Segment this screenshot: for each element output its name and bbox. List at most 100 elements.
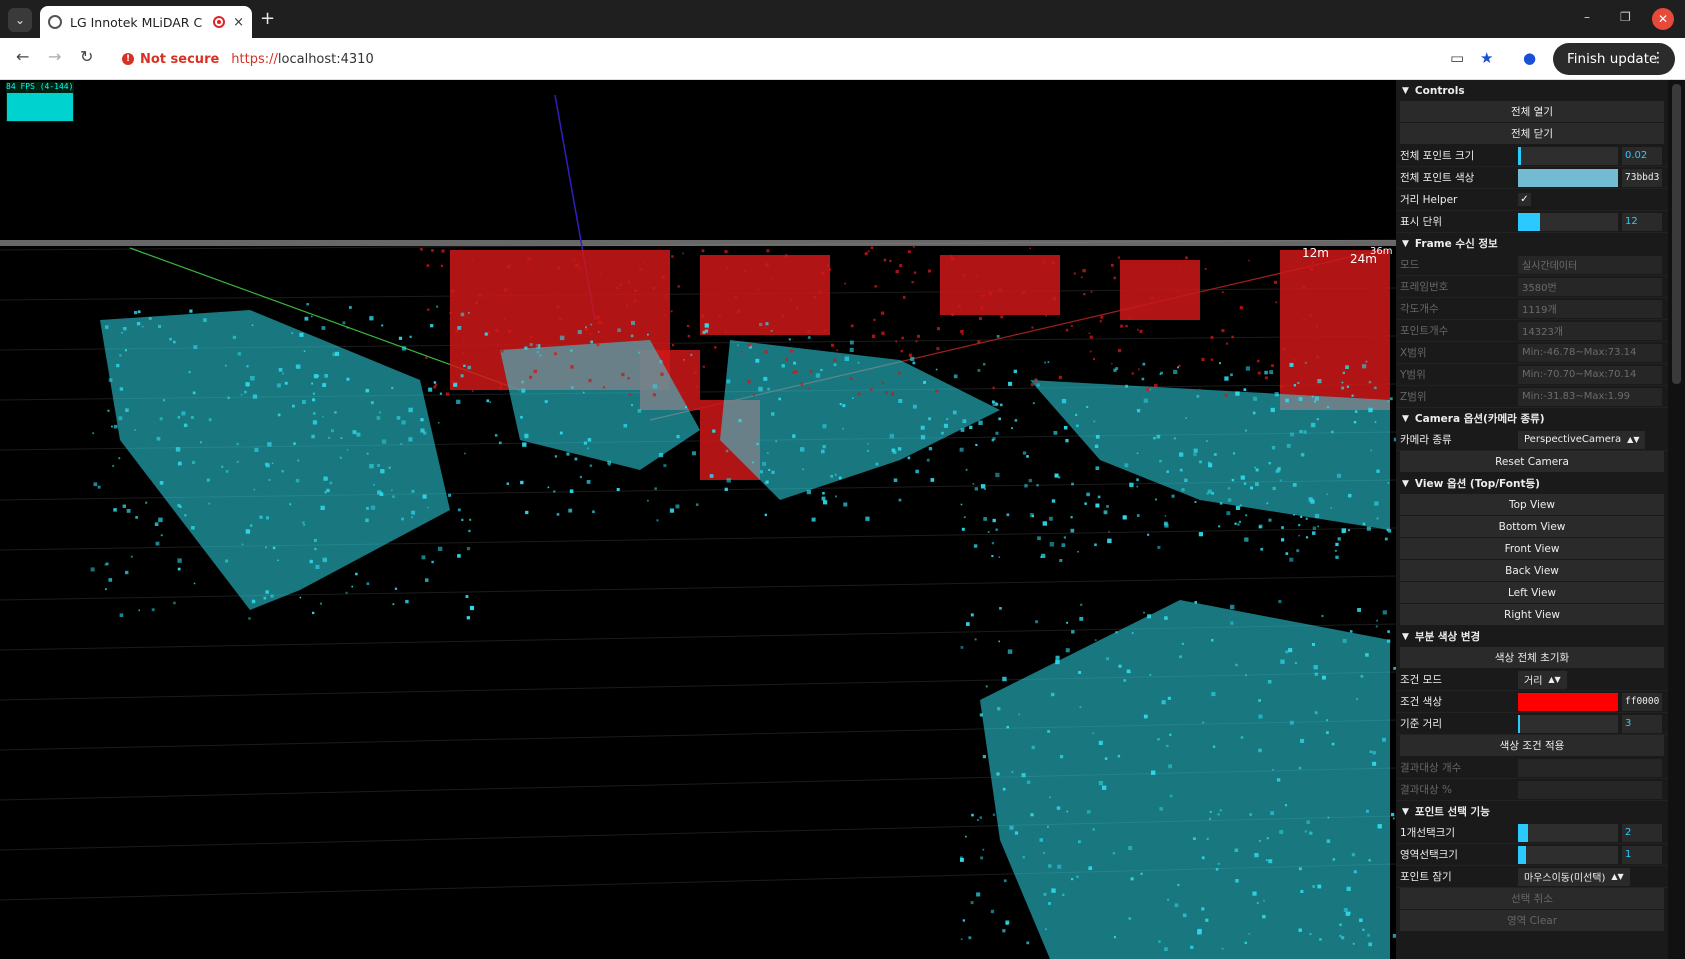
condition-mode-select[interactable]: 거리 ▲▼: [1518, 670, 1567, 689]
restore-icon[interactable]: ❐: [1620, 10, 1631, 24]
cyan-point: [259, 515, 263, 519]
top-view-button[interactable]: Top View: [1400, 494, 1664, 516]
cyan-point: [428, 387, 433, 392]
lidar-3d-viewport[interactable]: 84 FPS (4-144) 12m 24m 36m: [0, 80, 1396, 959]
bookmark-star-icon[interactable]: ★: [1480, 49, 1493, 67]
base-distance-value[interactable]: 3: [1622, 714, 1662, 733]
point-select-title[interactable]: ▼ 포인트 선택 기능: [1396, 801, 1668, 822]
open-all-button[interactable]: 전체 열기: [1400, 101, 1664, 123]
area-clear-button[interactable]: 영역 Clear: [1400, 910, 1664, 932]
red-point: [1315, 325, 1318, 328]
cyan-point: [1047, 361, 1050, 363]
profile-icon[interactable]: ●: [1523, 49, 1536, 67]
point-color-swatch[interactable]: [1518, 168, 1618, 187]
frame-info-label: 각도개수: [1400, 303, 1439, 315]
cyan-point: [232, 335, 236, 339]
frame-info-value[interactable]: 실시간데이터: [1518, 255, 1662, 274]
condition-color-hex[interactable]: ff0000: [1622, 692, 1662, 711]
cyan-point: [1092, 732, 1095, 735]
point-size-slider[interactable]: [1518, 146, 1618, 165]
cyan-point: [980, 484, 986, 489]
base-distance-slider[interactable]: [1518, 714, 1618, 733]
cyan-point: [158, 517, 163, 523]
camera-type-select[interactable]: PerspectiveCamera ▲▼: [1518, 430, 1646, 449]
fps-stats-panel[interactable]: 84 FPS (4-144): [6, 82, 74, 122]
single-select-size-slider[interactable]: [1518, 823, 1618, 842]
back-icon[interactable]: ←: [16, 47, 29, 66]
area-select-size-slider[interactable]: [1518, 845, 1618, 864]
new-tab-icon[interactable]: +: [260, 8, 275, 29]
back-view-button[interactable]: Back View: [1400, 560, 1664, 582]
red-point: [700, 314, 705, 318]
cyan-point: [1000, 403, 1003, 407]
display-unit-slider[interactable]: [1518, 212, 1618, 231]
forward-icon[interactable]: →: [48, 47, 61, 66]
not-secure-label[interactable]: Not secure: [140, 52, 219, 67]
controls-title[interactable]: ▼ Controls: [1396, 80, 1668, 101]
cyan-point: [1094, 444, 1099, 448]
address-bar[interactable]: ! Not secure https:// localhost:4310: [112, 43, 1447, 75]
browser-tab[interactable]: LG Innotek MLiDAR C ×: [40, 6, 252, 38]
cyan-point: [160, 534, 163, 537]
right-view-button[interactable]: Right View: [1400, 604, 1664, 626]
cyan-point: [961, 527, 965, 531]
view-section-title[interactable]: ▼ View 옵션 (Top/Font등): [1396, 473, 1668, 494]
frame-info-value[interactable]: 14323개: [1518, 321, 1662, 340]
camera-section-title[interactable]: ▼ Camera 옵션(카메라 종류): [1396, 408, 1668, 429]
close-all-button[interactable]: 전체 닫기: [1400, 123, 1664, 145]
reload-icon[interactable]: ↻: [80, 47, 93, 66]
point-cloud-canvas[interactable]: [0, 80, 1396, 959]
cyan-point: [920, 425, 925, 430]
partial-color-title[interactable]: ▼ 부분 색상 변경: [1396, 626, 1668, 647]
cyan-point: [420, 428, 425, 433]
more-menu-icon[interactable]: ⋮: [1651, 50, 1665, 66]
window-close-icon[interactable]: ✕: [1652, 8, 1674, 30]
frame-info-value[interactable]: Min:-31.83~Max:1.99: [1518, 387, 1662, 406]
cyan-point: [915, 469, 919, 474]
cyan-point: [154, 522, 159, 526]
frame-info-value[interactable]: 1119개: [1518, 299, 1662, 318]
cyan-point: [1365, 360, 1368, 363]
reset-camera-button[interactable]: Reset Camera: [1400, 451, 1664, 473]
single-select-size-value[interactable]: 2: [1622, 823, 1662, 842]
cyan-point: [788, 338, 791, 341]
condition-color-swatch[interactable]: [1518, 692, 1618, 711]
area-select-size-value[interactable]: 1: [1622, 845, 1662, 864]
cancel-selection-button[interactable]: 선택 취소: [1400, 888, 1664, 910]
point-color-hex[interactable]: 73bbd3: [1622, 168, 1662, 187]
front-view-button[interactable]: Front View: [1400, 538, 1664, 560]
cyan-point: [992, 813, 996, 816]
red-point: [1154, 383, 1158, 388]
cyan-point: [295, 478, 300, 483]
cyan-point: [316, 374, 319, 378]
apply-color-condition-button[interactable]: 색상 조건 적용: [1400, 735, 1664, 757]
bottom-view-button[interactable]: Bottom View: [1400, 516, 1664, 538]
point-lock-select[interactable]: 마우스이동(미선택) ▲▼: [1518, 867, 1630, 886]
cyan-point: [759, 322, 763, 327]
cyan-point: [1288, 648, 1293, 653]
panel-scrollbar[interactable]: [1668, 80, 1685, 959]
finish-update-button[interactable]: Finish update ⋮: [1553, 43, 1675, 75]
frame-info-value[interactable]: Min:-46.78~Max:73.14: [1518, 343, 1662, 362]
minimize-icon[interactable]: –: [1584, 10, 1590, 24]
red-point: [1045, 314, 1047, 317]
reset-all-colors-button[interactable]: 색상 전체 초기화: [1400, 647, 1664, 669]
result-percent-field[interactable]: [1518, 780, 1662, 799]
cyan-point: [381, 439, 387, 444]
frame-info-value[interactable]: 3580번: [1518, 277, 1662, 296]
tab-close-icon[interactable]: ×: [233, 15, 244, 30]
red-point: [499, 386, 502, 389]
cyan-point: [995, 528, 998, 531]
camera-permission-icon[interactable]: ▭: [1450, 49, 1464, 67]
frame-info-title[interactable]: ▼ Frame 수신 정보: [1396, 233, 1668, 254]
tab-search-icon[interactable]: ⌄: [8, 8, 32, 32]
frame-info-value[interactable]: Min:-70.70~Max:70.14: [1518, 365, 1662, 384]
red-point: [1221, 329, 1225, 333]
display-unit-value[interactable]: 12: [1622, 212, 1662, 231]
scrollbar-thumb[interactable]: [1672, 84, 1681, 384]
left-view-button[interactable]: Left View: [1400, 582, 1664, 604]
cyan-point: [577, 330, 582, 335]
point-size-value[interactable]: 0.02: [1622, 146, 1662, 165]
distance-helper-checkbox[interactable]: ✓: [1518, 193, 1531, 206]
result-count-field[interactable]: [1518, 758, 1662, 777]
